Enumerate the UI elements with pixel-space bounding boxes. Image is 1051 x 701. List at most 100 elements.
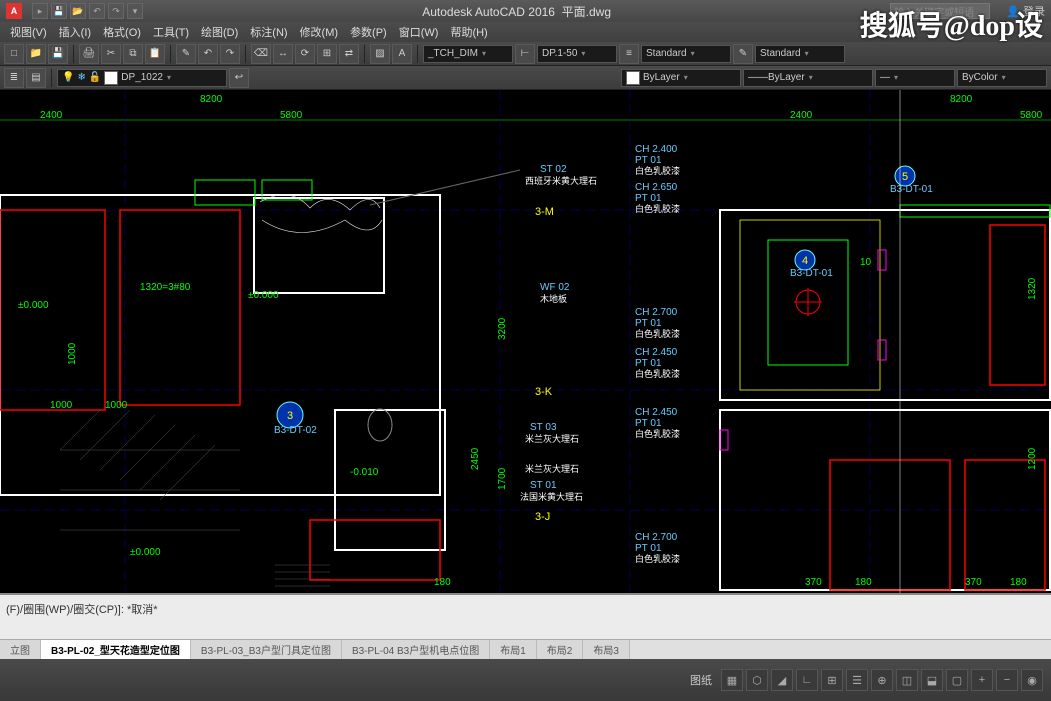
- svg-text:米兰灰大理石: 米兰灰大理石: [525, 463, 579, 474]
- svg-text:ST 03: ST 03: [530, 422, 557, 433]
- svg-text:3-J: 3-J: [535, 511, 550, 523]
- tb-undo-icon[interactable]: ↶: [198, 44, 218, 64]
- svg-text:10: 10: [860, 257, 872, 268]
- tchdim-combo[interactable]: _TCH_DIM: [423, 45, 513, 63]
- drawing-canvas[interactable]: 2400 8200 5800 2400 8200 5800 3-M 3-K 3-…: [0, 90, 1051, 593]
- tb-cut-icon[interactable]: ✂: [101, 44, 121, 64]
- tab-4[interactable]: 布局1: [490, 640, 537, 659]
- svg-text:白色乳胶漆: 白色乳胶漆: [635, 203, 680, 214]
- tb-hatch-icon[interactable]: ▨: [370, 44, 390, 64]
- tb-layeriso-icon[interactable]: ▤: [26, 68, 46, 88]
- menu-dim[interactable]: 标注(N): [246, 24, 291, 40]
- menu-format[interactable]: 格式(O): [99, 24, 145, 40]
- tb-std2-icon[interactable]: ✎: [733, 44, 753, 64]
- tb-copy-icon[interactable]: ⧉: [123, 44, 143, 64]
- qat-open-icon[interactable]: 📂: [70, 3, 86, 19]
- svg-text:米兰灰大理石: 米兰灰大理石: [525, 433, 579, 444]
- lineweight-combo[interactable]: —: [875, 69, 955, 87]
- svg-text:1000: 1000: [67, 342, 78, 365]
- st-ortho-icon[interactable]: ◢: [771, 669, 793, 691]
- svg-text:3200: 3200: [497, 317, 508, 340]
- dimscale-combo[interactable]: DP.1-50: [537, 45, 617, 63]
- tb-paste-icon[interactable]: 📋: [145, 44, 165, 64]
- linetype-combo[interactable]: —— ByLayer: [743, 69, 873, 87]
- svg-text:1000: 1000: [50, 400, 73, 411]
- tb-dim-icon[interactable]: ⊢: [515, 44, 535, 64]
- st-snap-icon[interactable]: ⬡: [746, 669, 768, 691]
- login-link[interactable]: 👤 登录: [1006, 3, 1045, 19]
- toolbar-1: □ 📁 💾 🖨 ✂ ⧉ 📋 ✎ ↶ ↷ ⌫ ↔ ⟳ ⊞ ⇄ ▨ A _TCH_D…: [0, 42, 1051, 66]
- menu-param[interactable]: 参数(P): [346, 24, 391, 40]
- app-icon: A: [6, 3, 22, 19]
- tb-layerprev-icon[interactable]: ↩: [229, 68, 249, 88]
- tb-match-icon[interactable]: ✎: [176, 44, 196, 64]
- st-qp-icon[interactable]: ◫: [896, 669, 918, 691]
- menu-view[interactable]: 视图(V): [6, 24, 51, 40]
- tab-1[interactable]: B3-PL-02_型天花造型定位图: [41, 640, 191, 659]
- svg-text:8200: 8200: [200, 94, 223, 105]
- st-sc-icon[interactable]: ⬓: [921, 669, 943, 691]
- svg-text:-0.010: -0.010: [350, 467, 379, 478]
- tab-6[interactable]: 布局3: [583, 640, 630, 659]
- title-text: Autodesk AutoCAD 2016 平面.dwg: [143, 3, 890, 20]
- tb-rotate-icon[interactable]: ⟳: [295, 44, 315, 64]
- tb-open-icon[interactable]: 📁: [26, 44, 46, 64]
- svg-text:PT 01: PT 01: [635, 155, 662, 166]
- tb-text-icon[interactable]: A: [392, 44, 412, 64]
- svg-text:PT 01: PT 01: [635, 193, 662, 204]
- qat-arrow-icon[interactable]: ▸: [32, 3, 48, 19]
- menu-modify[interactable]: 修改(M): [296, 24, 343, 40]
- tab-2[interactable]: B3-PL-03_B3户型门具定位图: [191, 640, 342, 659]
- qat-save-icon[interactable]: 💾: [51, 3, 67, 19]
- menu-draw[interactable]: 绘图(D): [197, 24, 242, 40]
- svg-text:CH 2.650: CH 2.650: [635, 182, 678, 193]
- tb-save-icon[interactable]: 💾: [48, 44, 68, 64]
- tb-redo-icon[interactable]: ↷: [220, 44, 240, 64]
- tb-array-icon[interactable]: ⊞: [317, 44, 337, 64]
- st-plus-icon[interactable]: +: [971, 669, 993, 691]
- tab-3[interactable]: B3-PL-04 B3户型机电点位图: [342, 640, 490, 659]
- tb-mirror-icon[interactable]: ⇄: [339, 44, 359, 64]
- plotstyle-combo[interactable]: ByColor: [957, 69, 1047, 87]
- layer-combo[interactable]: 💡❄🔓 DP_1022: [57, 69, 227, 87]
- tb-layer-icon[interactable]: ≣: [4, 68, 24, 88]
- std1-combo[interactable]: Standard: [641, 45, 731, 63]
- st-grid-icon[interactable]: ▦: [721, 669, 743, 691]
- st-customize-icon[interactable]: ◉: [1021, 669, 1043, 691]
- svg-text:CH 2.450: CH 2.450: [635, 347, 678, 358]
- qat-more-icon[interactable]: ▾: [127, 3, 143, 19]
- st-minus-icon[interactable]: −: [996, 669, 1018, 691]
- menu-insert[interactable]: 插入(I): [55, 24, 95, 40]
- st-lwt-icon[interactable]: ☰: [846, 669, 868, 691]
- qat-redo-icon[interactable]: ↷: [108, 3, 124, 19]
- menu-tools[interactable]: 工具(T): [149, 24, 193, 40]
- svg-text:5800: 5800: [1020, 110, 1043, 121]
- st-transp-icon[interactable]: ⊕: [871, 669, 893, 691]
- st-anno-icon[interactable]: ▢: [946, 669, 968, 691]
- tb-std-icon[interactable]: ≡: [619, 44, 639, 64]
- st-osnap-icon[interactable]: ⊞: [821, 669, 843, 691]
- svg-text:4: 4: [802, 255, 808, 267]
- menu-window[interactable]: 窗口(W): [395, 24, 443, 40]
- tab-0[interactable]: 立图: [0, 640, 41, 659]
- tb-erase-icon[interactable]: ⌫: [251, 44, 271, 64]
- svg-text:5: 5: [902, 171, 908, 183]
- std2-combo[interactable]: Standard: [755, 45, 845, 63]
- tb-move-icon[interactable]: ↔: [273, 44, 293, 64]
- menu-help[interactable]: 帮助(H): [446, 24, 491, 40]
- tb-print-icon[interactable]: 🖨: [79, 44, 99, 64]
- st-polar-icon[interactable]: ∟: [796, 669, 818, 691]
- search-box[interactable]: 输入关键字或短语: [890, 3, 990, 19]
- svg-text:1000: 1000: [105, 400, 128, 411]
- qat-undo-icon[interactable]: ↶: [89, 3, 105, 19]
- tab-5[interactable]: 布局2: [537, 640, 584, 659]
- svg-text:PT 01: PT 01: [635, 318, 662, 329]
- svg-text:±0.000: ±0.000: [18, 300, 49, 311]
- svg-text:PT 01: PT 01: [635, 418, 662, 429]
- svg-text:PT 01: PT 01: [635, 358, 662, 369]
- color-combo[interactable]: ByLayer: [621, 69, 741, 87]
- commandline[interactable]: (F)/圈围(WP)/圈交(CP)]: *取消*: [0, 593, 1051, 639]
- svg-text:CH 2.700: CH 2.700: [635, 307, 678, 318]
- svg-text:B3-DT-01: B3-DT-01: [790, 268, 833, 279]
- tb-new-icon[interactable]: □: [4, 44, 24, 64]
